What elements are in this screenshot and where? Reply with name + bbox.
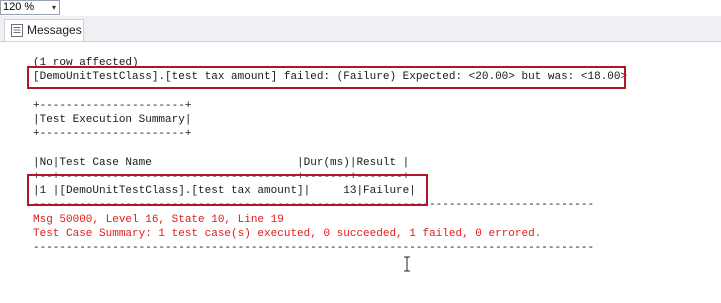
test-case-summary: Test Case Summary: 1 test case(s) execut… [33, 228, 542, 240]
error-message: Msg 50000, Level 16, State 10, Line 19 [33, 214, 284, 226]
zoom-value: 120 % [3, 1, 35, 13]
summary-title: |Test Execution Summary| [33, 114, 192, 126]
summary-border-bottom: +----------------------+ [33, 128, 192, 140]
summary-rule-bottom: ----------------------------------------… [33, 242, 595, 254]
summary-table-header: |No|Test Case Name |Dur(ms)|Result | [33, 157, 410, 169]
messages-output: (1 row affected) [DemoUnitTestClass].[te… [0, 42, 721, 303]
chevron-down-icon[interactable]: ▾ [48, 2, 60, 14]
text-cursor-icon [404, 256, 410, 272]
zoom-dropdown[interactable]: 120 % ▾ [0, 0, 60, 15]
tab-messages[interactable]: Messages [4, 19, 84, 41]
row-highlight-box [27, 174, 428, 206]
summary-border-top: +----------------------+ [33, 100, 192, 112]
failure-highlight-box [27, 66, 626, 89]
results-tabstrip: Messages [0, 16, 721, 42]
messages-icon [11, 24, 23, 37]
zoom-bar: 120 % ▾ [0, 0, 721, 17]
tab-messages-label: Messages [27, 23, 82, 37]
